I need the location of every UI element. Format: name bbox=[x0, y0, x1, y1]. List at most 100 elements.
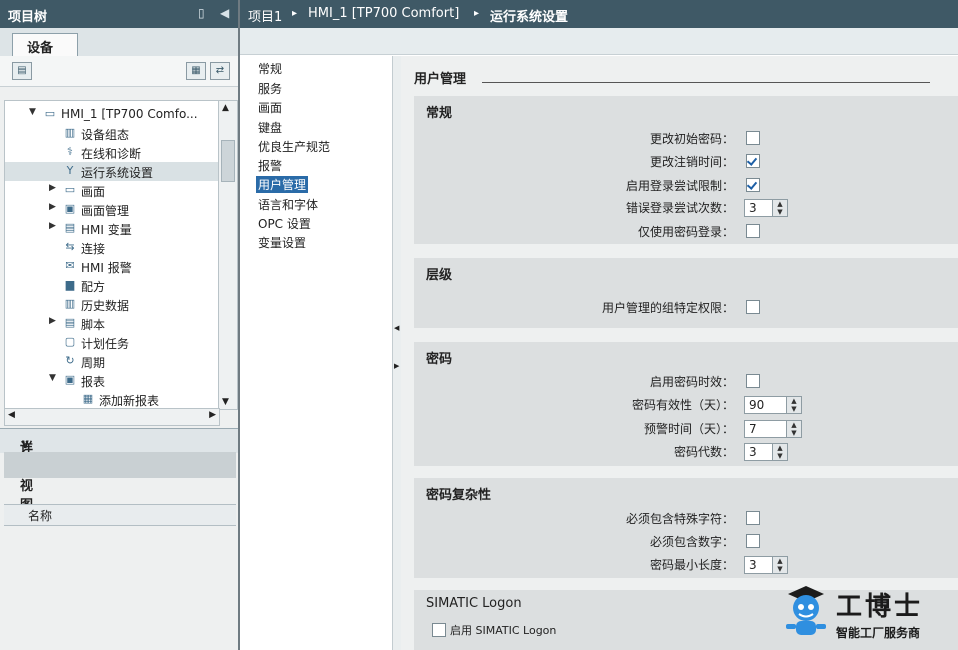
tree-item-online-diagnostics[interactable]: ⚕ 在线和诊断 bbox=[5, 143, 219, 162]
stepper-arrows-icon[interactable]: ▲ ▼ bbox=[786, 397, 801, 413]
expand-right-icon[interactable]: ▶ bbox=[49, 316, 56, 326]
splitter-right-icon[interactable]: ▶ bbox=[394, 362, 399, 370]
nav-item-general[interactable]: 常规 bbox=[256, 60, 284, 77]
hmi-alarms-icon: ✉ bbox=[65, 259, 75, 272]
breadcrumb: 项目1 ▸ HMI_1 [TP700 Comfort] ▸ 运行系统设置 bbox=[240, 0, 958, 28]
stepper-value: 90 bbox=[749, 398, 765, 412]
tree-item-reports[interactable]: ▼ ▣ 报表 bbox=[5, 371, 219, 390]
breadcrumb-device[interactable]: HMI_1 [TP700 Comfort] bbox=[308, 6, 459, 21]
stepper-arrows-icon[interactable]: ▲ ▼ bbox=[772, 444, 787, 460]
prop-label: 密码有效性（天）： bbox=[631, 398, 734, 412]
mascot-icon bbox=[786, 586, 826, 635]
breadcrumb-project[interactable]: 项目1 bbox=[248, 6, 282, 25]
checkbox-enable-login-limit[interactable] bbox=[746, 178, 760, 192]
nav-item-language-font[interactable]: 语言和字体 bbox=[256, 196, 320, 213]
checkbox-group-specific-rights[interactable] bbox=[746, 300, 760, 314]
tree-item-label: 脚本 bbox=[81, 318, 106, 332]
breadcrumb-separator-icon: ▸ bbox=[292, 8, 298, 19]
expand-down-icon[interactable]: ▼ bbox=[49, 373, 56, 383]
tree-item-add-report[interactable]: ▦ 添加新报表 bbox=[5, 390, 219, 409]
breadcrumb-page: 运行系统设置 bbox=[490, 10, 569, 25]
detail-column-header[interactable]: 名称 bbox=[4, 504, 236, 526]
expand-right-icon[interactable]: ▶ bbox=[49, 221, 56, 231]
checkbox-special-char[interactable] bbox=[746, 511, 760, 525]
checkbox-must-contain-digit[interactable] bbox=[746, 534, 760, 548]
nav-item-services[interactable]: 服务 bbox=[256, 80, 284, 97]
tree-item-device-config[interactable]: ▥ 设备组态 bbox=[5, 124, 219, 143]
prewarning-time-stepper[interactable]: 7 ▲ ▼ bbox=[744, 420, 802, 438]
nav-item-tag-settings[interactable]: 变量设置 bbox=[256, 234, 308, 251]
nav-item-opc[interactable]: OPC 设置 bbox=[256, 215, 313, 232]
prop-label: 更改初始密码： bbox=[649, 132, 734, 146]
nav-item-alarms[interactable]: 报警 bbox=[256, 157, 284, 174]
prop-label: 必须包含特殊字符： bbox=[625, 512, 734, 526]
password-generations-stepper[interactable]: 3 ▲ ▼ bbox=[744, 443, 788, 461]
collapse-left-icon[interactable]: ◀ bbox=[220, 6, 229, 20]
tree-item-scripts[interactable]: ▶ ▤ 脚本 bbox=[5, 314, 219, 333]
checkbox-change-logoff-time[interactable] bbox=[746, 154, 760, 168]
tab-devices[interactable]: 设备 bbox=[12, 33, 78, 56]
device-config-icon: ▥ bbox=[64, 126, 76, 139]
tree-item-hmi-tags[interactable]: ▶ ▤ HMI 变量 bbox=[5, 219, 219, 238]
tree-scroll-thumb[interactable] bbox=[221, 140, 235, 182]
prop-label: 密码代数： bbox=[673, 445, 734, 459]
nav-item-gmp[interactable]: 优良生产规范 bbox=[256, 138, 332, 155]
scroll-right-icon[interactable]: ▶ bbox=[209, 410, 216, 420]
project-tree-toolbar: ▤ ▦ ⇄ bbox=[0, 56, 238, 87]
recipes-icon: ▆ bbox=[65, 278, 75, 291]
tab-devices-label: 设备 bbox=[27, 41, 54, 56]
tree-horizontal-scrollbar[interactable]: ◀ ▶ bbox=[4, 408, 220, 426]
tree-item-screens[interactable]: ▶ ▭ 画面 bbox=[5, 181, 219, 200]
pin-icon[interactable]: ▯ bbox=[198, 6, 205, 20]
group-title: SIMATIC Logon bbox=[426, 596, 522, 611]
tree-item-hmi[interactable]: ▼ ▭ HMI_1 [TP700 Comfo... bbox=[5, 105, 219, 124]
runtime-settings-icon: Y bbox=[66, 164, 74, 177]
expand-right-icon[interactable]: ▶ bbox=[49, 183, 56, 193]
checkbox-password-only-login[interactable] bbox=[746, 224, 760, 238]
splitter-left-icon[interactable]: ◀ bbox=[394, 324, 399, 332]
group-title: 层级 bbox=[426, 268, 453, 283]
tree-item-recipes[interactable]: ▆ 配方 bbox=[5, 276, 219, 295]
stepper-arrows-icon[interactable]: ▲ ▼ bbox=[772, 557, 787, 573]
connections-icon: ⇆ bbox=[65, 240, 75, 253]
stepper-arrows-icon[interactable]: ▲ ▼ bbox=[772, 200, 787, 216]
prop-label: 启用密码时效： bbox=[649, 375, 734, 389]
checkbox-enable-simatic-logon[interactable] bbox=[432, 623, 446, 637]
nav-item-keyboard[interactable]: 键盘 bbox=[256, 119, 284, 136]
checkbox-enable-password-expiry[interactable] bbox=[746, 374, 760, 388]
column-name-label: 名称 bbox=[28, 509, 53, 523]
scroll-up-icon[interactable]: ▲ bbox=[222, 103, 229, 113]
project-tree: ▼ ▭ HMI_1 [TP700 Comfo... ▥ 设备组态 ⚕ 在线和诊断… bbox=[4, 100, 220, 410]
hmi-tags-icon: ▤ bbox=[64, 221, 76, 234]
expand-right-icon[interactable]: ▶ bbox=[49, 202, 56, 212]
tree-item-scheduled-tasks[interactable]: ▢ 计划任务 bbox=[5, 333, 219, 352]
hmi-device-icon: ▭ bbox=[44, 107, 56, 120]
stepper-arrows-icon[interactable]: ▲ ▼ bbox=[786, 421, 801, 437]
tree-item-connections[interactable]: ⇆ 连接 bbox=[5, 238, 219, 257]
device-view-icon[interactable]: ▤ bbox=[12, 62, 32, 80]
nav-item-user-management[interactable]: 用户管理 bbox=[256, 176, 309, 193]
export-icon[interactable]: ⇄ bbox=[210, 62, 230, 80]
tree-item-label: 画面管理 bbox=[81, 204, 130, 218]
stepper-value: 3 bbox=[749, 558, 757, 572]
nav-item-screens[interactable]: 画面 bbox=[256, 99, 284, 116]
overview-icon[interactable]: ▦ bbox=[186, 62, 206, 80]
prop-label: 启用登录尝试限制： bbox=[625, 179, 734, 193]
detail-view-header[interactable]: ∨ 详细视图 bbox=[0, 428, 238, 513]
breadcrumb-separator-icon: ▸ bbox=[474, 8, 480, 19]
tree-item-hmi-alarms[interactable]: ✉ HMI 报警 bbox=[5, 257, 219, 276]
tree-item-historical-data[interactable]: ▥ 历史数据 bbox=[5, 295, 219, 314]
min-length-stepper[interactable]: 3 ▲ ▼ bbox=[744, 556, 788, 574]
tree-item-cycles[interactable]: ↻ 周期 bbox=[5, 352, 219, 371]
tree-item-screen-management[interactable]: ▶ ▣ 画面管理 bbox=[5, 200, 219, 219]
scheduled-tasks-icon: ▢ bbox=[64, 335, 76, 348]
scroll-down-icon[interactable]: ▼ bbox=[222, 397, 229, 407]
failed-login-count-stepper[interactable]: 3 ▲ ▼ bbox=[744, 199, 788, 217]
brand-name: 工博士 bbox=[836, 592, 924, 622]
tree-item-runtime-settings[interactable]: Y 运行系统设置 bbox=[5, 162, 219, 181]
password-validity-stepper[interactable]: 90 ▲ ▼ bbox=[744, 396, 802, 414]
section-title-rule bbox=[482, 82, 930, 83]
checkbox-change-initial-password[interactable] bbox=[746, 131, 760, 145]
scroll-left-icon[interactable]: ◀ bbox=[8, 410, 15, 420]
expand-down-icon[interactable]: ▼ bbox=[29, 107, 36, 117]
